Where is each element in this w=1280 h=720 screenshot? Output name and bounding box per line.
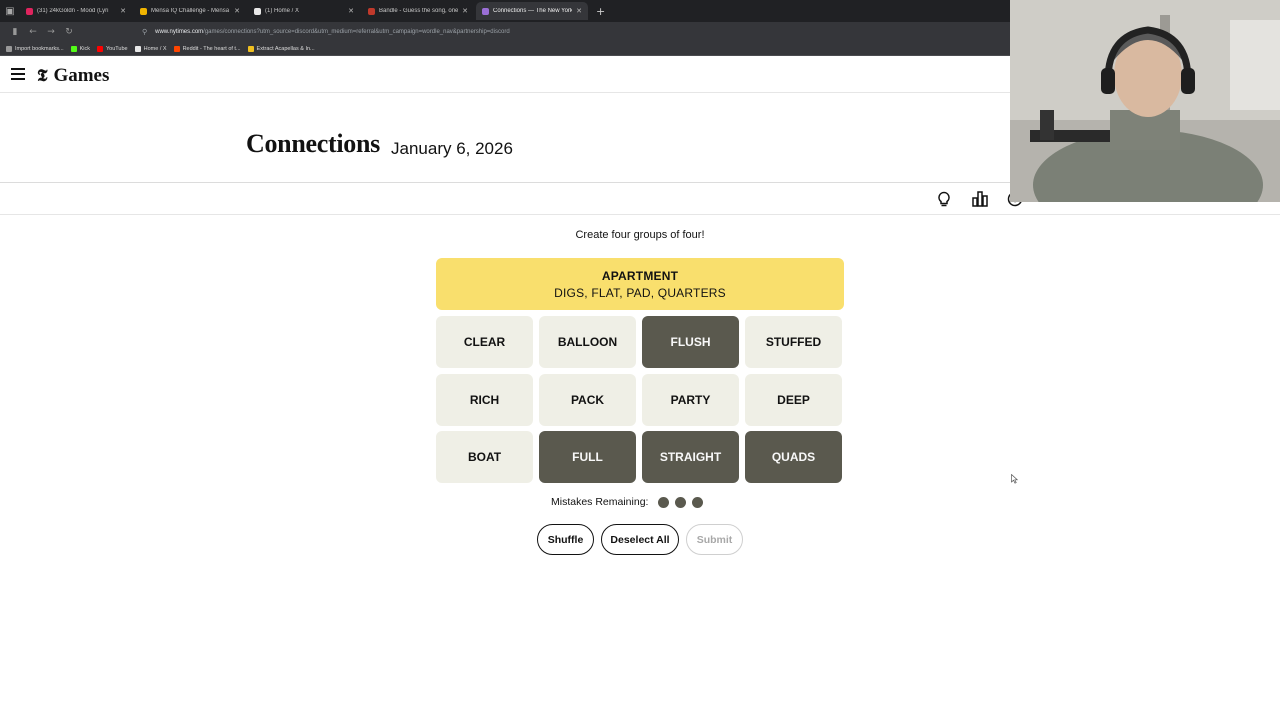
new-tab-icon[interactable]: + [596, 5, 605, 18]
hamburger-icon[interactable] [11, 68, 25, 80]
submit-button[interactable]: Submit [686, 524, 743, 555]
bookmark-label: YouTube [106, 45, 128, 52]
screen: ▣ (31) 24kGoldn - Mood (Lyri ✕ Mensa IQ Ch… [0, 0, 1280, 720]
word-card[interactable]: PACK [539, 373, 636, 426]
game-title-bar: Connections January 6, 2026 [0, 93, 1010, 183]
lightbulb-icon[interactable] [935, 190, 953, 208]
bookmarks-bar: Import bookmarks... Kick YouTube Home / X Re… [0, 42, 1010, 56]
bookmark-favicon-icon [134, 45, 141, 52]
mistake-dot [692, 496, 704, 508]
toolbar-divider [0, 214, 1280, 215]
word-card[interactable]: STRAIGHT [642, 431, 739, 483]
mistake-dot [658, 496, 670, 508]
shuffle-button[interactable]: Shuffle [537, 524, 594, 555]
mistake-dot [675, 496, 687, 508]
sidebar-toggle-icon[interactable]: ▮ [6, 23, 24, 41]
url-field[interactable]: ⚲ www.nytimes.com /games/connections?utm… [142, 25, 622, 39]
puzzle-date: January 6, 2026 [391, 139, 513, 158]
action-buttons: Shuffle Deselect All Submit [0, 524, 1280, 555]
tab-title: Mensa IQ Challenge - Mensa In [151, 8, 231, 14]
nyt-games-logo[interactable]: 𝕿 Games [37, 65, 109, 87]
url-host: www.nytimes.com [155, 29, 204, 35]
bookmark-favicon-icon [97, 45, 103, 52]
game-instructions: Create four groups of four! [575, 229, 705, 241]
bookmark-favicon-icon [6, 45, 12, 52]
nyt-t-logo-icon: 𝕿 [37, 66, 48, 86]
bookmark-label: Home / X [143, 45, 167, 52]
word-grid: CLEAR BALLOON FLUSH STUFFED RICH PACK PARTY DEE… [436, 316, 844, 483]
browser-tab[interactable]: Bandle - Guess the song, one in ✕ [362, 2, 474, 20]
word-card[interactable]: DEEP [745, 373, 842, 426]
tab-title: Connections — The New York T [493, 8, 573, 14]
stats-icon[interactable] [971, 190, 989, 208]
tab-favicon-icon [254, 7, 261, 15]
url-path: /games/connections?utm_source=discord&ut… [203, 29, 510, 35]
mouse-cursor-icon [1011, 474, 1018, 484]
word-card[interactable]: CLEAR [436, 316, 533, 368]
tab-close-icon[interactable]: ✕ [120, 7, 126, 15]
word-card[interactable]: BOAT [436, 431, 533, 483]
bookmark-item[interactable]: Reddit - The heart of t... [173, 45, 241, 52]
page-title: Connections [246, 129, 380, 158]
browser-tab[interactable]: Connections — The New York T ✕ [476, 2, 588, 20]
tab-close-icon[interactable]: ✕ [348, 7, 354, 15]
tab-favicon-icon [482, 7, 489, 15]
bookmark-label: Import bookmarks... [15, 45, 64, 52]
word-card[interactable]: PARTY [642, 373, 739, 426]
address-bar-row: ▮ ← → ↻ ⚲ www.nytimes.com /games/connect… [0, 22, 1010, 42]
browser-tab[interactable]: (31) 24kGoldn - Mood (Lyri ✕ [20, 2, 132, 20]
solved-group-yellow: APARTMENT DIGS, FLAT, PAD, QUARTERS [436, 258, 844, 310]
lock-icon[interactable]: ⚲ [142, 28, 147, 36]
bookmark-label: Reddit - The heart of t... [182, 45, 241, 52]
bookmark-label: Extract Acapellas & In... [256, 45, 315, 52]
forward-icon[interactable]: → [42, 23, 60, 41]
webcam-overlay [1010, 0, 1280, 202]
tab-close-icon[interactable]: ✕ [462, 7, 468, 15]
bookmark-favicon-icon [173, 45, 180, 52]
word-card[interactable]: BALLOON [539, 316, 636, 368]
mistakes-label: Mistakes Remaining: [551, 496, 649, 508]
tab-favicon-icon [26, 7, 33, 15]
reload-icon[interactable]: ↻ [60, 23, 78, 41]
tab-title: (31) 24kGoldn - Mood (Lyri [37, 8, 109, 14]
site-header: 𝕿 Games [0, 56, 1010, 93]
word-card[interactable]: FLUSH [642, 316, 739, 368]
bookmark-item[interactable]: Extract Acapellas & In... [247, 45, 315, 52]
solved-group-words: DIGS, FLAT, PAD, QUARTERS [554, 286, 726, 300]
mistakes-remaining: Mistakes Remaining: [551, 496, 704, 508]
tab-strip-icon[interactable]: ▣ [0, 0, 20, 22]
bookmark-item[interactable]: Import bookmarks... [6, 45, 64, 52]
tab-close-icon[interactable]: ✕ [576, 7, 582, 15]
mistake-dots [652, 496, 704, 508]
tab-favicon-icon [140, 7, 147, 15]
back-icon[interactable]: ← [24, 23, 42, 41]
word-card[interactable]: QUADS [745, 431, 842, 483]
word-card[interactable]: STUFFED [745, 316, 842, 368]
bookmark-item[interactable]: Home / X [134, 45, 167, 52]
bookmark-item[interactable]: Kick [70, 45, 90, 52]
solved-group-name: APARTMENT [601, 269, 679, 283]
bookmark-item[interactable]: YouTube [97, 45, 128, 52]
browser-tab[interactable]: (1) Home / X ✕ [248, 2, 360, 20]
tab-title: Bandle - Guess the song, one in [379, 8, 459, 14]
bookmark-label: Kick [79, 45, 90, 52]
streamer-video-image [1010, 0, 1280, 202]
tab-list: (31) 24kGoldn - Mood (Lyri ✕ Mensa IQ Chal… [20, 2, 590, 20]
logo-text: Games [53, 65, 110, 86]
deselect-all-button[interactable]: Deselect All [601, 524, 679, 555]
tab-close-icon[interactable]: ✕ [234, 7, 240, 15]
tab-favicon-icon [368, 7, 375, 15]
tab-title: (1) Home / X [265, 8, 300, 14]
word-card[interactable]: FULL [539, 431, 636, 483]
bookmark-favicon-icon [247, 45, 254, 52]
word-card[interactable]: RICH [436, 373, 533, 426]
bookmark-favicon-icon [70, 45, 77, 52]
browser-tab[interactable]: Mensa IQ Challenge - Mensa In ✕ [134, 2, 246, 20]
